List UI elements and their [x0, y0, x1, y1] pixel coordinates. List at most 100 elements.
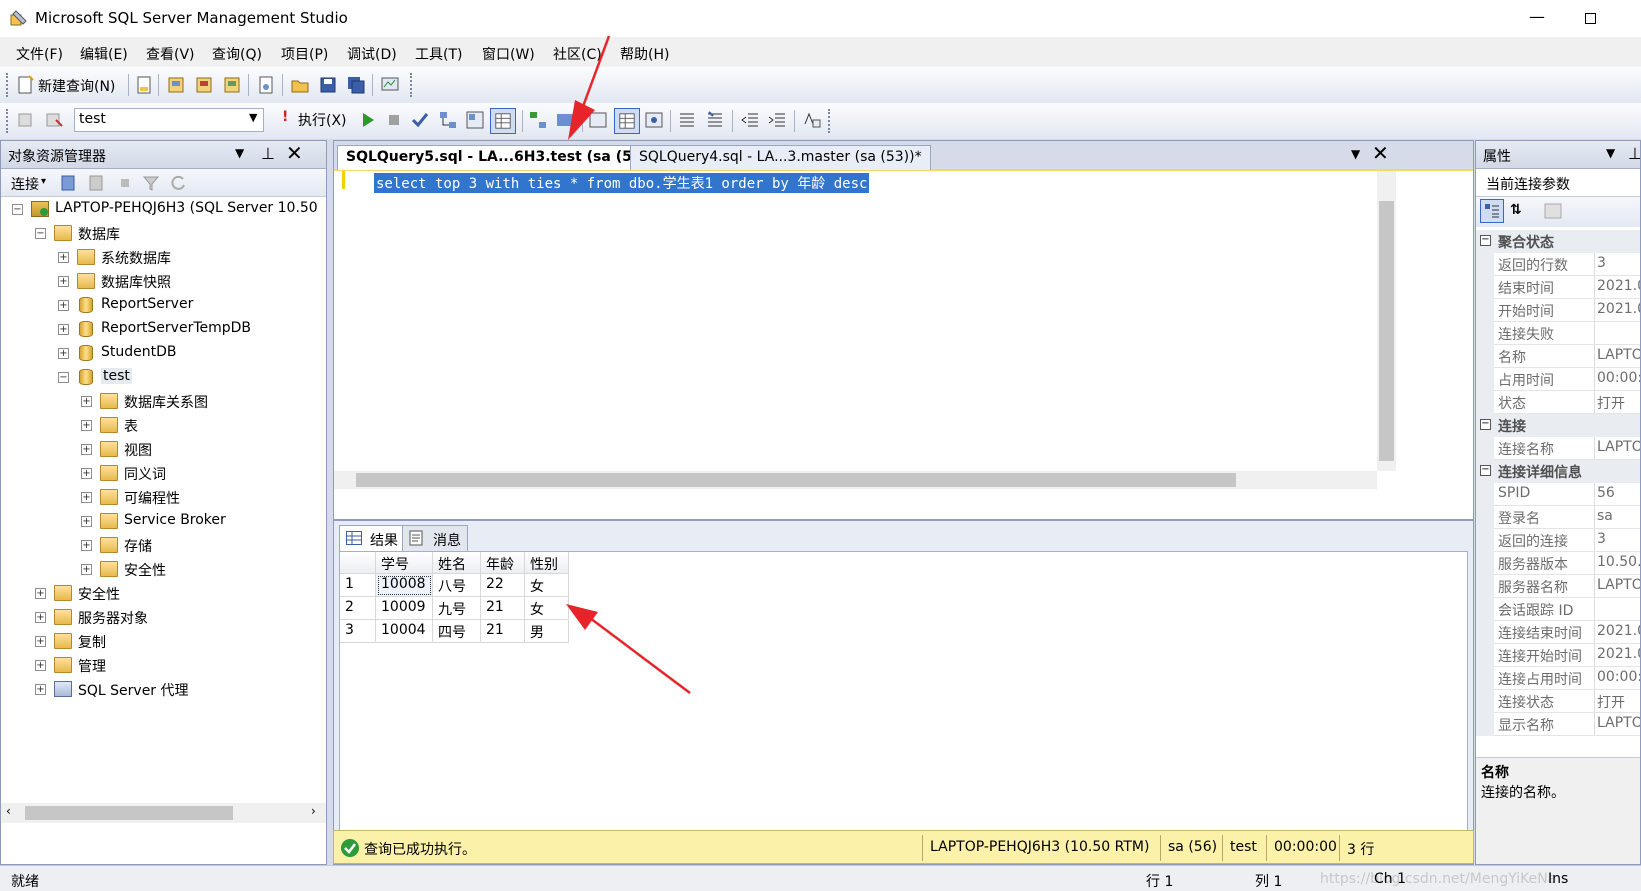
- scrollbar-thumb[interactable]: [1379, 201, 1394, 461]
- tab-list-chevron-icon[interactable]: ▼: [1351, 147, 1360, 161]
- expand-icon[interactable]: +: [81, 396, 92, 407]
- property-row[interactable]: 服务器版本 10.50.160: [1476, 552, 1640, 575]
- menu-edit[interactable]: 编辑(E): [80, 44, 128, 64]
- grid-cell[interactable]: 22: [481, 574, 525, 597]
- expand-icon[interactable]: +: [81, 444, 92, 455]
- grid-cell[interactable]: 九号: [433, 597, 481, 620]
- grid-cell[interactable]: 21: [481, 620, 525, 643]
- uncomment-icon[interactable]: [705, 110, 725, 130]
- grid-cell[interactable]: 10009: [376, 597, 433, 620]
- alphabetical-sort-icon[interactable]: ⇅: [1510, 202, 1522, 218]
- collapse-icon[interactable]: −: [1480, 465, 1491, 476]
- display-plan-icon[interactable]: [438, 110, 458, 130]
- expand-icon[interactable]: +: [81, 564, 92, 575]
- client-stats-icon[interactable]: [555, 110, 575, 130]
- property-row[interactable]: 结束时间 2021.02.0: [1476, 276, 1640, 299]
- include-plan-icon[interactable]: [528, 110, 548, 130]
- save-all-icon[interactable]: [346, 75, 366, 95]
- specify-values-icon[interactable]: [802, 110, 822, 130]
- collapse-icon[interactable]: −: [35, 228, 46, 239]
- filter-icon[interactable]: [141, 173, 161, 193]
- comment-out-icon[interactable]: [677, 110, 697, 130]
- panel-menu-chevron-icon[interactable]: ▼: [235, 146, 244, 160]
- row-header[interactable]: 3: [340, 620, 376, 643]
- property-row[interactable]: 连接名称 LAPTOP-P: [1476, 437, 1640, 460]
- scroll-right-icon[interactable]: ›: [311, 804, 316, 818]
- close-icon[interactable]: ✕: [286, 141, 303, 165]
- expand-icon[interactable]: +: [35, 684, 46, 695]
- increase-indent-icon[interactable]: [767, 110, 787, 130]
- tab-sqlquery5[interactable]: SQLQuery5.sql - LA...6H3.test (sa (56))*: [337, 145, 671, 170]
- maximize-button[interactable]: [1578, 6, 1604, 30]
- toolbar-overflow[interactable]: [410, 73, 414, 97]
- property-row[interactable]: 开始时间 2021.02.0: [1476, 299, 1640, 322]
- sql-editor-text[interactable]: select top 3 with ties * from dbo.学生表1 o…: [374, 173, 870, 193]
- new-query-button[interactable]: 新建查询(N): [38, 76, 115, 96]
- property-group[interactable]: − 聚合状态: [1476, 230, 1640, 253]
- collapse-icon[interactable]: −: [1480, 419, 1491, 430]
- property-row[interactable]: 返回的连接 3: [1476, 529, 1640, 552]
- tab-sqlquery4[interactable]: SQLQuery4.sql - LA...3.master (sa (53))*: [630, 145, 931, 170]
- expand-icon[interactable]: +: [81, 420, 92, 431]
- property-row[interactable]: 状态 打开: [1476, 391, 1640, 414]
- expand-icon[interactable]: +: [58, 300, 69, 311]
- results-to-grid-button[interactable]: [490, 108, 516, 134]
- property-row[interactable]: 返回的行数 3: [1476, 253, 1640, 276]
- menu-window[interactable]: 窗口(W): [482, 44, 535, 64]
- expand-icon[interactable]: +: [58, 252, 69, 263]
- property-row[interactable]: 连接占用时间 00:00:00.: [1476, 667, 1640, 690]
- collapse-icon[interactable]: −: [1480, 235, 1491, 246]
- tab-results[interactable]: 结果: [339, 525, 405, 551]
- property-row[interactable]: 服务器名称 LAPTOP-P: [1476, 575, 1640, 598]
- menu-help[interactable]: 帮助(H): [620, 44, 669, 64]
- scrollbar-thumb[interactable]: [25, 806, 233, 820]
- property-row[interactable]: 连接结束时间 2021.02.0: [1476, 621, 1640, 644]
- property-row[interactable]: 名称 LAPTOP-P: [1476, 345, 1640, 368]
- activity-monitor-icon[interactable]: [380, 75, 400, 95]
- xmla-query-icon[interactable]: [222, 75, 242, 95]
- minimize-button[interactable]: —: [1524, 6, 1550, 30]
- property-row[interactable]: 连接开始时间 2021.02.0: [1476, 644, 1640, 667]
- menu-community[interactable]: 社区(C): [553, 44, 602, 64]
- grid-cell[interactable]: 女: [525, 574, 569, 597]
- panel-menu-chevron-icon[interactable]: ▼: [1606, 146, 1615, 160]
- tab-messages[interactable]: 消息: [402, 525, 468, 551]
- connect-server-icon[interactable]: [59, 173, 79, 193]
- results-grid-toggle[interactable]: [614, 108, 640, 134]
- grid-cell[interactable]: 10008: [376, 574, 433, 597]
- execute-button[interactable]: 执行(X): [298, 110, 347, 130]
- toolbar-grip[interactable]: [6, 73, 10, 97]
- property-row[interactable]: 连接状态 打开: [1476, 690, 1640, 713]
- vertical-scrollbar[interactable]: [1377, 171, 1396, 471]
- column-header[interactable]: 学号: [376, 552, 433, 574]
- property-pages-icon[interactable]: [1544, 203, 1562, 219]
- horizontal-scrollbar[interactable]: ‹ ›: [1, 803, 326, 823]
- property-row[interactable]: 登录名 sa: [1476, 506, 1640, 529]
- close-tab-icon[interactable]: ✕: [1372, 141, 1389, 165]
- dmx-query-icon[interactable]: [194, 75, 214, 95]
- expand-icon[interactable]: +: [58, 348, 69, 359]
- row-header[interactable]: 1: [340, 574, 376, 597]
- property-row[interactable]: 会话跟踪 ID: [1476, 598, 1640, 621]
- grid-cell[interactable]: 女: [525, 597, 569, 620]
- results-to-file-icon[interactable]: [644, 110, 664, 130]
- expand-icon[interactable]: +: [81, 540, 92, 551]
- save-icon[interactable]: [318, 75, 338, 95]
- menu-project[interactable]: 项目(P): [281, 44, 328, 64]
- grid-cell[interactable]: 四号: [433, 620, 481, 643]
- properties-object-select[interactable]: 当前连接参数: [1476, 169, 1640, 197]
- property-row[interactable]: 占用时间 00:00:00.: [1476, 368, 1640, 391]
- expand-icon[interactable]: +: [35, 660, 46, 671]
- menu-debug[interactable]: 调试(D): [347, 44, 397, 64]
- expand-icon[interactable]: +: [58, 276, 69, 287]
- toolbar-grip[interactable]: [6, 109, 10, 133]
- expand-icon[interactable]: +: [81, 468, 92, 479]
- database-select[interactable]: test ▼: [74, 108, 264, 132]
- parse-check-icon[interactable]: [410, 110, 430, 130]
- grid-corner[interactable]: [340, 552, 376, 574]
- grid-cell[interactable]: 10004: [376, 620, 433, 643]
- mdx-query-icon[interactable]: [166, 75, 186, 95]
- expand-icon[interactable]: +: [35, 636, 46, 647]
- property-group[interactable]: − 连接详细信息: [1476, 460, 1640, 483]
- scroll-left-icon[interactable]: ‹: [6, 804, 11, 818]
